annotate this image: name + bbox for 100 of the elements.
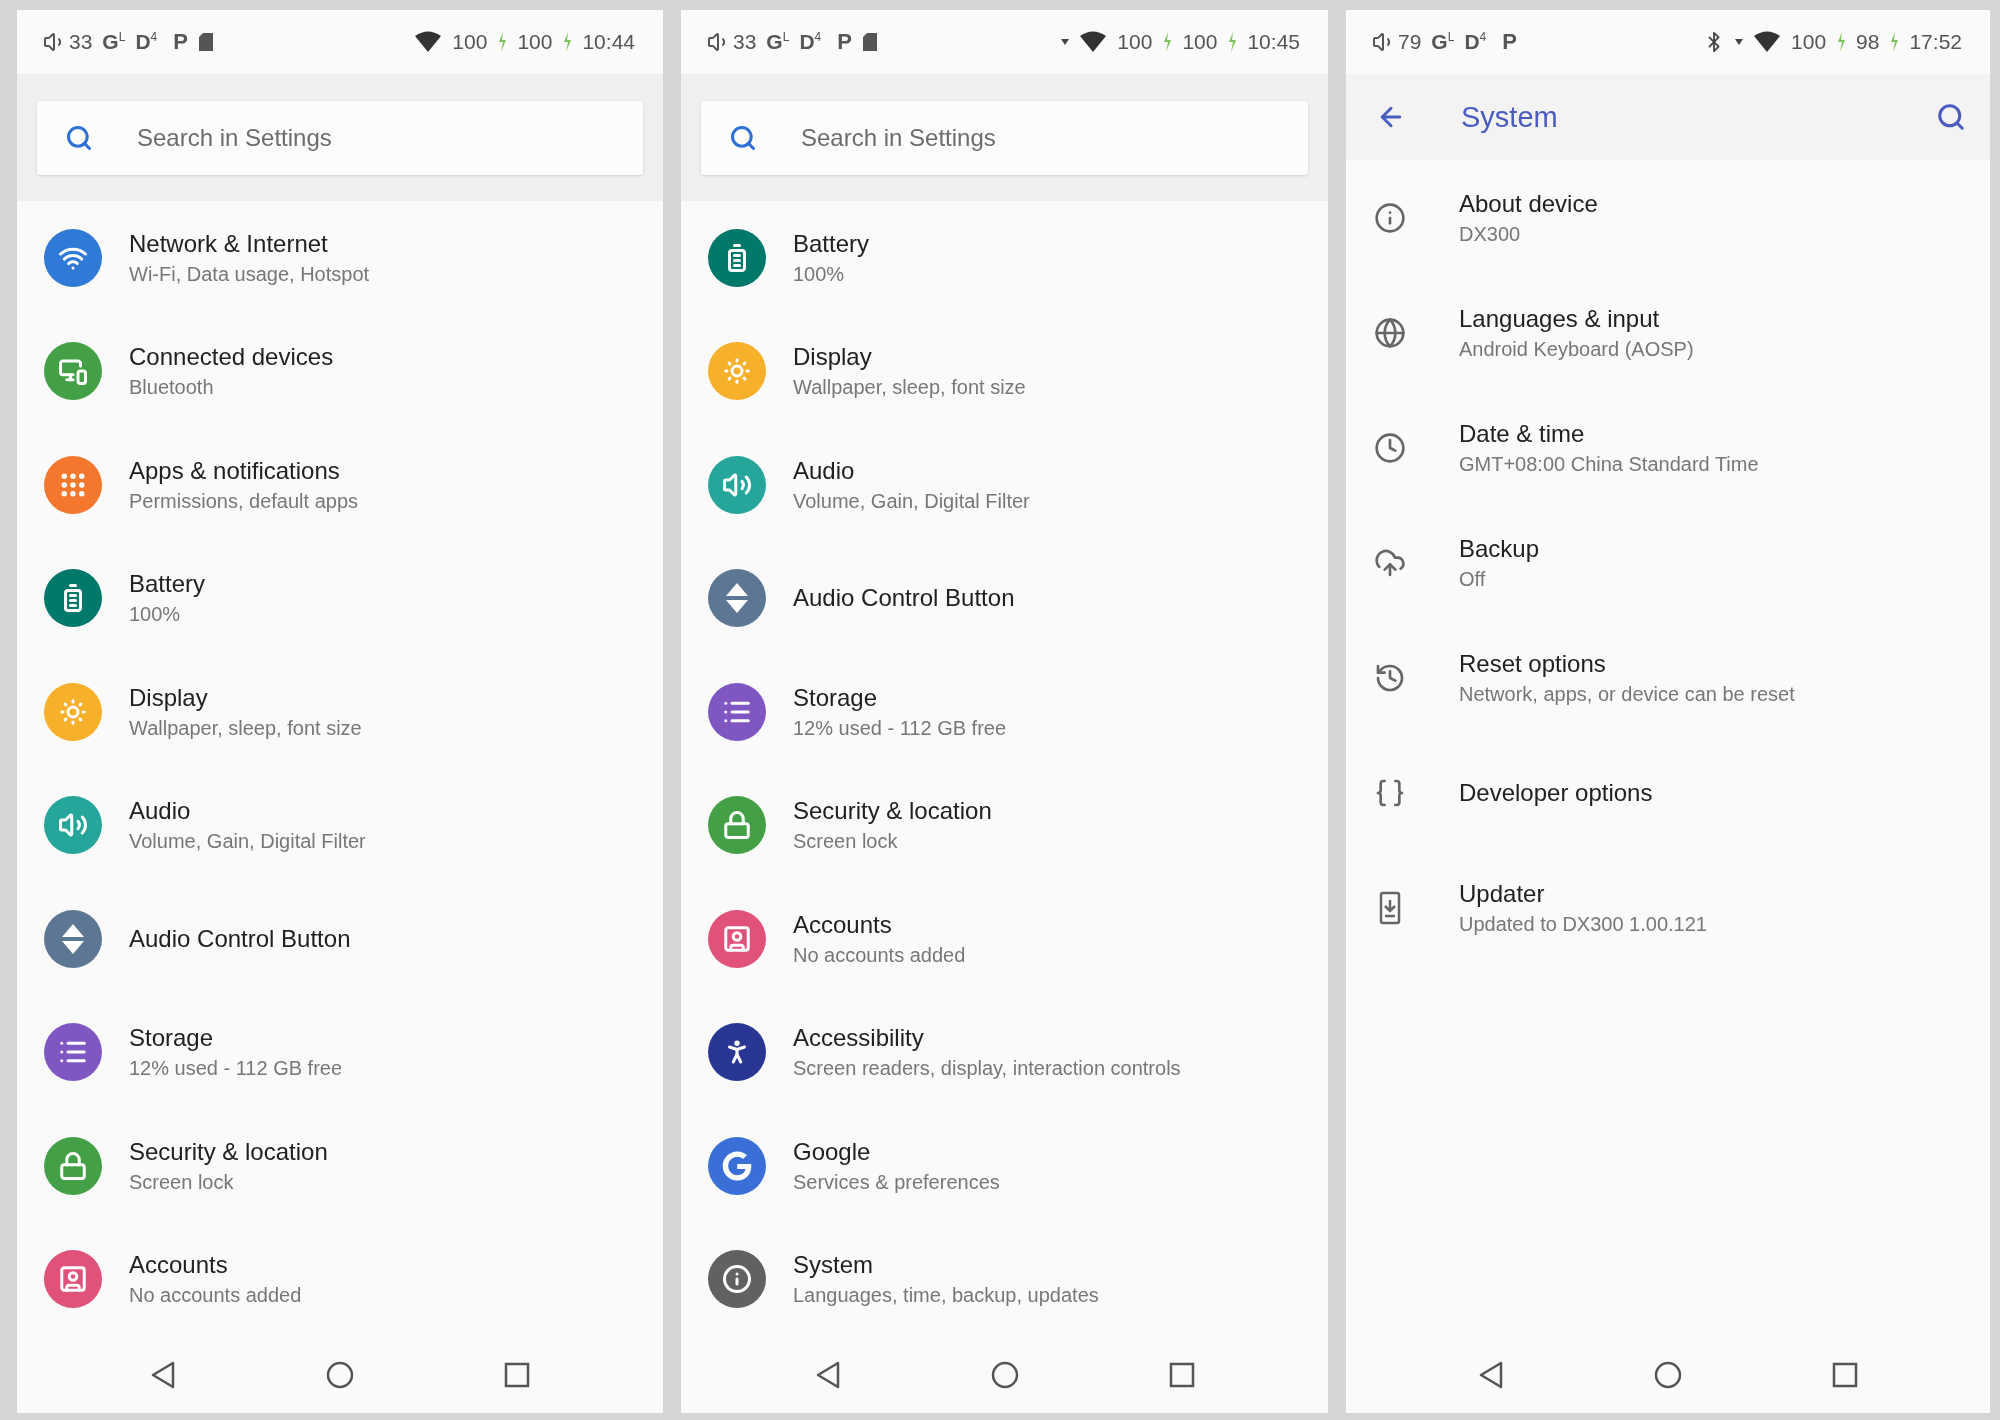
volume-level: 33 (69, 30, 93, 54)
home-icon[interactable] (990, 1360, 1019, 1389)
setting-summary: 12% used - 112 GB free (129, 1057, 343, 1081)
setting-title[interactable]: Display (129, 683, 362, 712)
volume-level: 33 (733, 30, 757, 54)
status-indicator: G$^{L}$ (102, 30, 126, 54)
setting-summary: Screen readers, display, interaction controls (793, 1057, 1181, 1081)
setting-summary: 12% used - 112 GB free (793, 716, 1007, 740)
setting-summary: Bluetooth (129, 376, 215, 400)
battery-reading: 100 (1117, 30, 1153, 54)
clock: 10:44 (582, 30, 635, 54)
battery-reading: 100 (452, 30, 488, 54)
back-icon[interactable] (814, 1360, 841, 1389)
info-icon (1374, 201, 1406, 234)
setting-title[interactable]: Backup (1459, 534, 1540, 563)
recents-icon[interactable] (1168, 1361, 1195, 1388)
setting-summary: Android Keyboard (AOSP) (1459, 337, 1694, 361)
setting-title[interactable]: Security & location (793, 797, 992, 826)
setting-title[interactable]: Date & time (1459, 419, 1759, 448)
recents-icon[interactable] (504, 1361, 530, 1388)
phone-download-icon (1377, 890, 1403, 925)
globe-icon (1374, 316, 1406, 349)
setting-title[interactable]: Google (793, 1137, 1000, 1166)
setting-title[interactable]: Connected devices (129, 343, 334, 372)
battery-reading: 98 (1856, 30, 1880, 54)
setting-title[interactable]: Updater (1459, 879, 1707, 908)
setting-summary: No accounts added (793, 943, 966, 967)
home-icon[interactable] (1654, 1360, 1682, 1389)
charging-icon (497, 31, 508, 53)
setting-title[interactable]: Apps & notifications (129, 456, 358, 485)
setting-title[interactable]: Battery (793, 229, 870, 258)
setting-summary: GMT+08:00 China Standard Time (1459, 452, 1759, 476)
recents-icon[interactable] (1832, 1361, 1858, 1388)
setting-summary: No accounts added (129, 1284, 302, 1308)
search-icon[interactable] (1936, 102, 1966, 132)
setting-title[interactable]: Audio Control Button (129, 924, 351, 953)
setting-title[interactable]: Accounts (793, 910, 966, 939)
setting-title[interactable]: About device (1459, 189, 1598, 218)
wifi-icon (1753, 31, 1782, 53)
search-placeholder: Search in Settings (801, 123, 996, 152)
setting-title[interactable]: Developer options (1459, 778, 1653, 807)
wifi-icon (414, 31, 443, 53)
setting-title[interactable]: Network & Internet (129, 229, 370, 258)
setting-summary: 100% (129, 603, 182, 627)
setting-summary: Network, apps, or device can be reset (1459, 682, 1795, 706)
setting-summary: Wallpaper, sleep, font size (793, 376, 1026, 400)
setting-title[interactable]: Audio Control Button (793, 584, 1015, 613)
setting-summary: Volume, Gain, Digital Filter (793, 489, 1030, 513)
status-letter: P (173, 29, 188, 55)
clock-icon (1374, 431, 1406, 464)
setting-title[interactable]: Display (793, 343, 1026, 372)
charging-icon (1836, 31, 1847, 53)
setting-title[interactable]: Reset options (1459, 649, 1795, 678)
setting-summary: Wallpaper, sleep, font size (129, 716, 362, 740)
sd-card-icon (197, 32, 214, 52)
setting-title[interactable]: Storage (793, 683, 1007, 712)
setting-summary: Wi-Fi, Data usage, Hotspot (129, 262, 370, 286)
setting-summary: Languages, time, backup, updates (793, 1284, 1099, 1308)
status-indicator: D$^{4}$ (135, 30, 158, 54)
status-indicator: G$^{L}$ (766, 30, 790, 54)
data-arrow-icon (1735, 38, 1744, 46)
status-indicator: G$^{L}$ (1431, 30, 1455, 54)
battery-reading: 100 (517, 30, 553, 54)
setting-title[interactable]: Accounts (129, 1251, 302, 1280)
status-indicator: D$^{4}$ (799, 30, 822, 54)
status-indicator: D$^{4}$ (1464, 30, 1487, 54)
charging-icon (1889, 31, 1900, 53)
charging-icon (1227, 31, 1238, 53)
setting-title[interactable]: Accessibility (793, 1024, 1181, 1053)
setting-title[interactable]: System (793, 1251, 1099, 1280)
setting-summary: Updated to DX300 1.00.121 (1459, 912, 1707, 936)
search-placeholder: Search in Settings (137, 123, 332, 152)
setting-title[interactable]: Battery (129, 570, 206, 599)
setting-summary: Volume, Gain, Digital Filter (129, 830, 366, 854)
setting-title[interactable]: Audio (129, 797, 366, 826)
setting-summary: 100% (793, 262, 846, 286)
clock: 10:45 (1247, 30, 1300, 54)
charging-icon (1162, 31, 1173, 53)
setting-summary: Services & preferences (793, 1170, 1000, 1194)
home-icon[interactable] (326, 1360, 354, 1389)
setting-summary: Off (1459, 567, 1487, 591)
data-arrow-icon (1061, 38, 1070, 46)
charging-icon (562, 31, 573, 53)
search-field[interactable]: Search in Settings (701, 100, 1308, 175)
battery-reading: 100 (1182, 30, 1218, 54)
sd-card-icon (861, 32, 878, 52)
setting-title[interactable]: Languages & input (1459, 304, 1694, 333)
volume-level: 79 (1398, 30, 1422, 54)
setting-title[interactable]: Storage (129, 1024, 343, 1053)
back-icon[interactable] (1478, 1360, 1504, 1389)
toolbar-title: System (1461, 100, 1559, 134)
setting-title[interactable]: Audio (793, 456, 1030, 485)
wifi-icon (1079, 31, 1108, 53)
setting-summary: Screen lock (129, 1170, 235, 1194)
search-field[interactable]: Search in Settings (37, 100, 643, 175)
setting-summary: Permissions, default apps (129, 489, 358, 513)
battery-reading: 100 (1791, 30, 1827, 54)
back-icon[interactable] (150, 1360, 176, 1389)
setting-title[interactable]: Security & location (129, 1137, 328, 1166)
setting-summary: DX300 (1459, 222, 1522, 246)
